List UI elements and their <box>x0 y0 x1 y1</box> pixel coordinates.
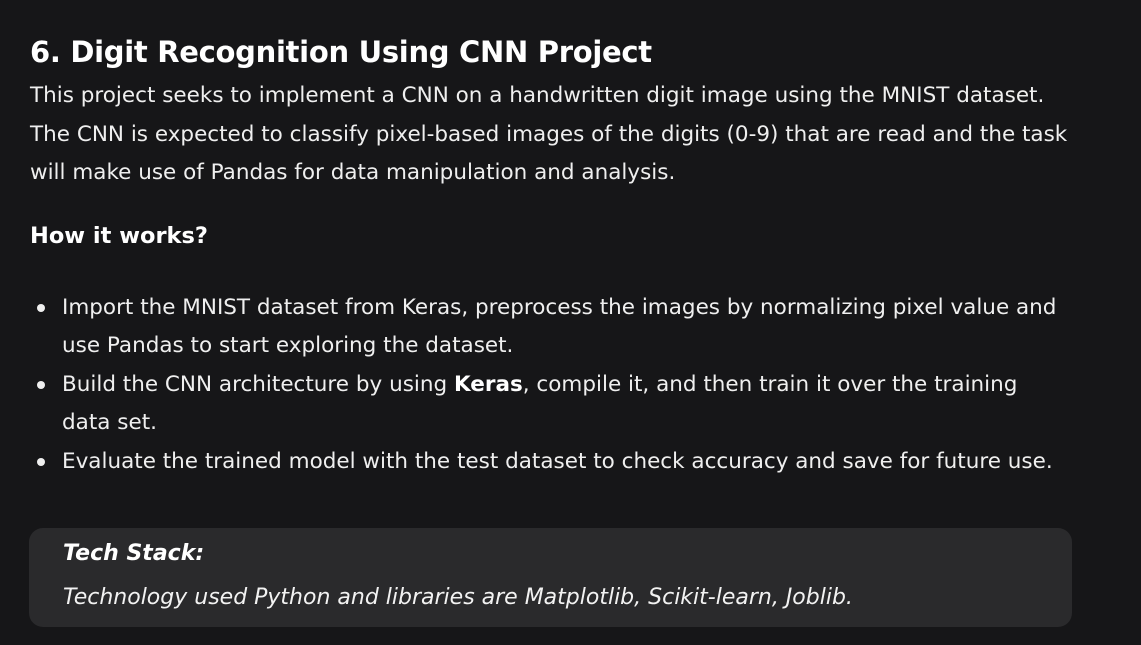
list-item: Build the CNN architecture by using Kera… <box>30 366 1072 443</box>
article-content: 6. Digit Recognition Using CNN Project T… <box>30 28 1120 481</box>
step-text: Import the MNIST dataset from Keras, pre… <box>62 294 1057 359</box>
list-item: Import the MNIST dataset from Keras, pre… <box>30 289 1072 366</box>
step-text-before: Build the CNN architecture by using <box>62 371 454 397</box>
bullet-icon <box>37 457 45 466</box>
article-title: 6. Digit Recognition Using CNN Project <box>30 35 652 69</box>
tech-stack-text: Technology used Python and libraries are… <box>63 585 853 610</box>
article-intro: This project seeks to implement a CNN on… <box>30 83 1068 185</box>
tech-stack-label: Tech Stack: <box>63 541 205 566</box>
steps-list: Import the MNIST dataset from Keras, pre… <box>30 289 1120 482</box>
how-it-works-heading: How it works? <box>30 222 208 249</box>
bullet-icon <box>37 303 45 312</box>
step-text-bold: Keras <box>453 371 523 397</box>
list-item: Evaluate the trained model with the test… <box>30 443 1072 482</box>
bullet-icon <box>37 380 45 389</box>
step-text: Evaluate the trained model with the test… <box>62 448 1053 474</box>
tech-stack-card: Tech Stack: Technology used Python and l… <box>29 528 1072 627</box>
